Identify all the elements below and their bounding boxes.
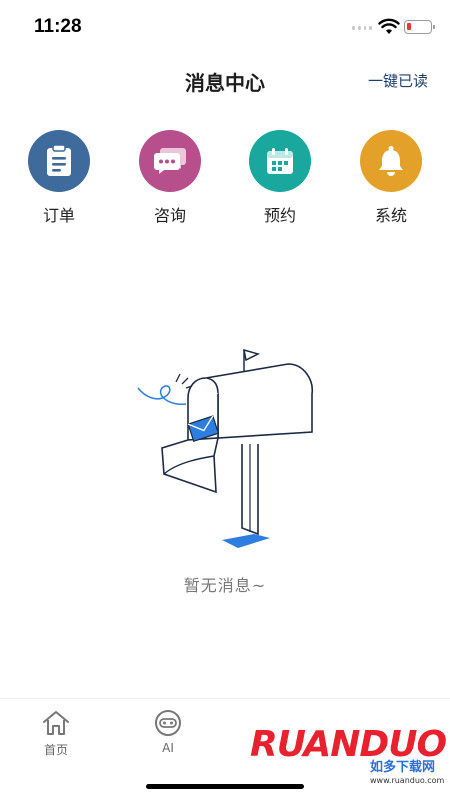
- robot-icon: [155, 710, 181, 736]
- home-icon: [43, 711, 69, 735]
- chat-bubbles-icon: [139, 130, 201, 192]
- mark-all-read-button[interactable]: 一键已读: [368, 70, 428, 91]
- tab-label: 首页: [43, 743, 68, 757]
- calendar-icon: [249, 130, 311, 192]
- category-label: 系统: [374, 206, 407, 225]
- bell-icon: [360, 130, 422, 192]
- category-consult[interactable]: 咨询: [125, 130, 215, 226]
- status-bar: 11:28: [0, 0, 450, 54]
- battery-icon: [404, 20, 435, 34]
- category-label: 订单: [42, 206, 75, 225]
- message-categories: 订单 咨询 预约 系统: [0, 130, 450, 230]
- cellular-signal-icon: [352, 26, 372, 32]
- watermark-sub: 如多下载网: [370, 760, 436, 775]
- status-time: 11:28: [34, 16, 82, 37]
- tab-ai[interactable]: AI: [128, 707, 208, 755]
- empty-message: 暂无消息~: [183, 576, 267, 595]
- tab-label: AI: [162, 741, 174, 755]
- clipboard-icon: [28, 130, 90, 192]
- home-indicator: [146, 784, 304, 789]
- header: 消息中心 一键已读: [0, 58, 450, 102]
- category-appointment[interactable]: 预约: [235, 130, 325, 226]
- tab-home[interactable]: 首页: [16, 707, 96, 758]
- watermark-url: www.ruanduo.com: [370, 776, 445, 785]
- category-system[interactable]: 系统: [346, 130, 436, 226]
- category-orders[interactable]: 订单: [14, 130, 104, 226]
- wifi-icon: [378, 18, 400, 34]
- category-label: 咨询: [153, 206, 186, 225]
- mailbox-illustration: [137, 348, 313, 548]
- category-label: 预约: [263, 206, 296, 225]
